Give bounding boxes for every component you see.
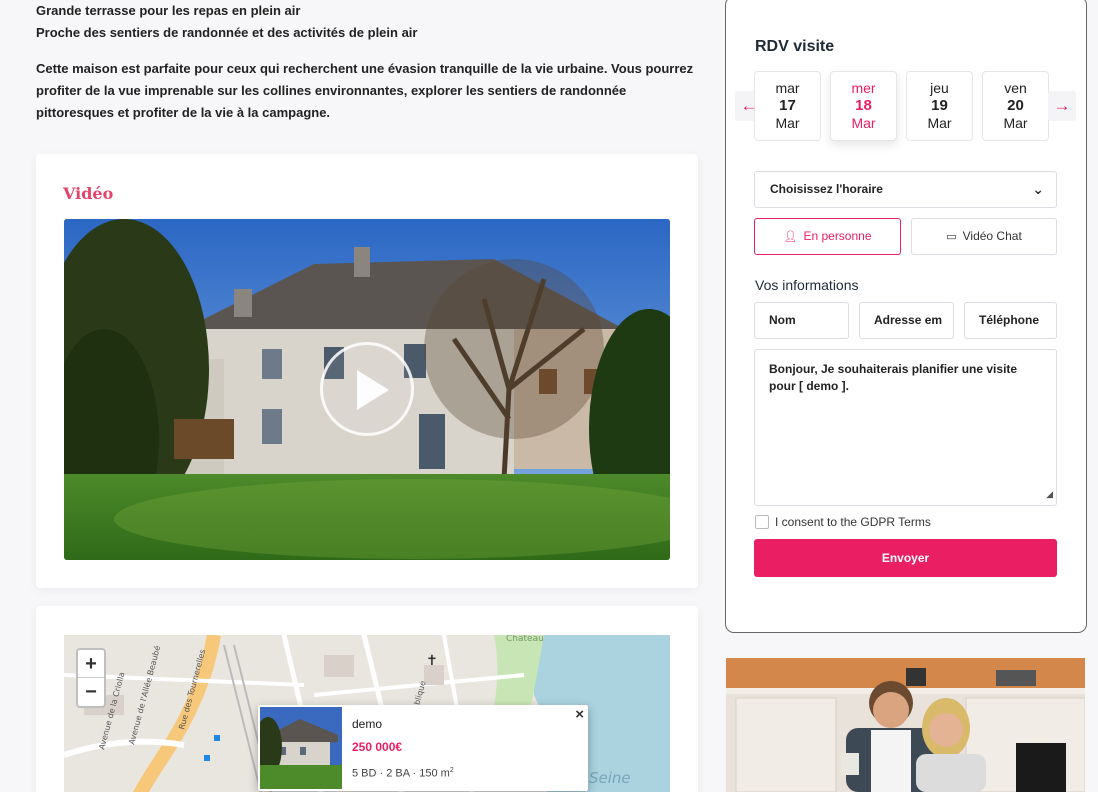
video-section: Vidéo (36, 154, 698, 588)
day-month: Mar (1003, 115, 1028, 131)
popup-house-image (260, 707, 342, 789)
time-select[interactable]: Choisissez l'horaire ⌄ (754, 171, 1057, 208)
info-section-title: Vos informations (755, 277, 859, 293)
booking-title: RDV visite (755, 38, 835, 55)
day-option-wed[interactable]: mer 18 Mar (830, 71, 897, 141)
day-number: 18 (855, 97, 872, 114)
submit-button[interactable]: Envoyer (754, 539, 1057, 577)
description-paragraph: Cette maison est parfaite pour ceux qui … (36, 61, 694, 120)
day-name: mer (851, 80, 876, 96)
map[interactable]: Seine Château République Avenue de la Cr… (64, 635, 670, 792)
video-chat-button[interactable]: ▭ Vidéo Chat (911, 218, 1057, 255)
time-select-value: Choisissez l'horaire (770, 182, 883, 196)
video-section-title: Vidéo (63, 184, 114, 203)
feature-trails: Proche des sentiers de randonnée et des … (36, 25, 418, 40)
day-name: mar (775, 80, 800, 96)
popup-specs: 5 BD · 2 BA · 150 m2 (352, 767, 454, 780)
zoom-in-button[interactable]: + (78, 650, 104, 678)
map-label-chateau: Château (506, 635, 544, 644)
next-days-button[interactable]: → (1048, 91, 1076, 121)
arrow-right-icon: → (1053, 96, 1071, 115)
feature-terrace: Grande terrasse pour les repas en plein … (36, 3, 301, 18)
in-person-label: En personne (803, 229, 872, 243)
gdpr-label: I consent to the GDPR Terms (775, 515, 931, 529)
day-number: 19 (931, 97, 948, 114)
phone-field[interactable]: Téléphone (964, 302, 1057, 339)
play-icon (357, 370, 389, 410)
popup-specs-text: 5 BD · 2 BA · 150 m (352, 767, 450, 780)
play-button[interactable] (320, 342, 414, 436)
popup-thumbnail[interactable] (260, 707, 342, 789)
day-option-thu[interactable]: jeu 19 Mar (906, 71, 973, 141)
day-month: Mar (851, 115, 876, 131)
day-month: Mar (927, 115, 952, 131)
video-player[interactable] (64, 219, 670, 560)
message-textarea[interactable]: Bonjour, Je souhaiterais planifier une v… (754, 349, 1057, 506)
day-name: jeu (930, 80, 949, 96)
message-text: Bonjour, Je souhaiterais planifier une v… (769, 362, 1018, 393)
email-field[interactable]: Adresse em (859, 302, 954, 339)
day-option-fri[interactable]: ven 20 Mar (982, 71, 1049, 141)
in-person-button[interactable]: 👤︎ En personne (754, 218, 901, 255)
popup-price: 250 000€ (352, 740, 403, 754)
user-icon: 👤︎ (783, 231, 798, 243)
video-chat-label: Vidéo Chat (962, 229, 1022, 243)
day-month: Mar (775, 115, 800, 131)
promo-image (726, 658, 1085, 792)
name-field[interactable]: Nom (754, 302, 849, 339)
map-zoom-control: + − (76, 648, 106, 708)
resize-handle-icon[interactable]: ◢ (1046, 486, 1053, 503)
popup-specs-sup: 2 (449, 767, 454, 774)
popup-close-button[interactable]: × (575, 706, 584, 723)
day-option-tue[interactable]: mar 17 Mar (754, 71, 821, 141)
visit-booking-form: RDV visite ← mar 17 Mar mer 18 Mar jeu 1… (725, 0, 1087, 633)
church-icon: ✝ (426, 653, 438, 669)
day-number: 17 (779, 97, 796, 114)
gdpr-consent: I consent to the GDPR Terms (755, 515, 931, 529)
property-description: Grande terrasse pour les repas en plein … (36, 0, 696, 124)
gdpr-checkbox[interactable] (755, 515, 769, 529)
day-name: ven (1004, 80, 1027, 96)
map-property-popup: demo 250 000€ 5 BD · 2 BA · 150 m2 × (258, 705, 588, 791)
zoom-out-button[interactable]: − (78, 678, 104, 706)
couple-photo (726, 658, 1085, 792)
video-camera-icon: ▭ (946, 231, 957, 243)
day-number: 20 (1007, 97, 1024, 114)
map-section: Seine Château République Avenue de la Cr… (36, 606, 698, 792)
popup-title[interactable]: demo (352, 717, 382, 731)
chevron-down-icon: ⌄ (1032, 181, 1044, 197)
map-label-seine: Seine (589, 769, 631, 787)
